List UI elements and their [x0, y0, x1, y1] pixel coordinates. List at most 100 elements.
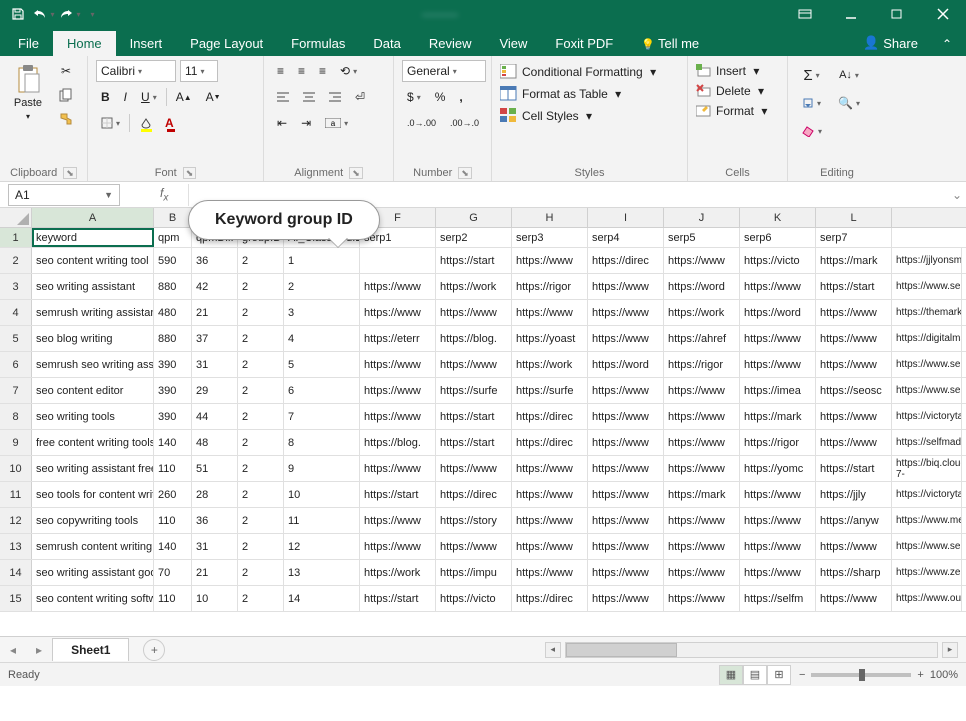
minimize-icon[interactable] [828, 0, 874, 28]
cell[interactable]: https://www [360, 404, 436, 429]
copy-icon[interactable] [54, 84, 78, 106]
cell[interactable]: seo content writing tool [32, 248, 154, 273]
cell[interactable]: seo content editor [32, 378, 154, 403]
cell-styles-button[interactable]: Cell Styles ▾ [500, 108, 656, 124]
cell[interactable]: https://story [436, 508, 512, 533]
find-select-icon[interactable]: 🔍 [833, 92, 865, 114]
cell[interactable]: 2 [238, 430, 284, 455]
zoom-in-icon[interactable]: + [917, 669, 923, 681]
tab-insert[interactable]: Insert [116, 31, 177, 56]
cell[interactable]: https://www [512, 456, 588, 481]
tab-home[interactable]: Home [53, 31, 116, 56]
alignment-launcher-icon[interactable]: ⬊ [349, 167, 363, 179]
tab-data[interactable]: Data [359, 31, 414, 56]
cell[interactable]: 51 [192, 456, 238, 481]
cell[interactable] [360, 248, 436, 273]
increase-decimal-icon[interactable]: .0→.00 [402, 112, 441, 134]
cell[interactable]: https://www [740, 508, 816, 533]
cell[interactable]: https://jjly [816, 482, 892, 507]
cell[interactable]: semrush seo writing assista [32, 352, 154, 377]
cell[interactable]: https://www [512, 248, 588, 273]
hscroll-left-icon[interactable]: ◂ [545, 642, 561, 658]
cell[interactable]: 110 [154, 456, 192, 481]
cell[interactable]: seo blog writing [32, 326, 154, 351]
cell[interactable]: https://www [588, 560, 664, 585]
cell[interactable]: https://www [588, 508, 664, 533]
zoom-slider[interactable] [811, 673, 911, 677]
cell[interactable]: https://www.zenithcopy.com/ [892, 560, 962, 585]
cell[interactable]: 2 [238, 248, 284, 273]
cell[interactable]: 42 [192, 274, 238, 299]
page-layout-view-icon[interactable]: ▤ [743, 665, 767, 685]
cell[interactable]: https://www [436, 352, 512, 377]
cell[interactable]: https://start [436, 430, 512, 455]
cell[interactable]: https://work [360, 560, 436, 585]
cell[interactable]: https://www [512, 560, 588, 585]
cell[interactable]: https://www.semrush.com/sw [892, 352, 962, 377]
cell[interactable]: https://biq.cloud/blog/top-7- [892, 456, 962, 481]
maximize-icon[interactable] [874, 0, 920, 28]
cell[interactable]: 29 [192, 378, 238, 403]
cell[interactable]: 12 [284, 534, 360, 559]
row-header[interactable]: 3 [0, 274, 32, 299]
cell[interactable]: https://www [512, 300, 588, 325]
cell[interactable]: https://word [740, 300, 816, 325]
cell[interactable]: https://www [512, 534, 588, 559]
cell[interactable]: https://www.semrush.com/ma [892, 534, 962, 559]
cell[interactable]: keyword [32, 228, 154, 247]
cell[interactable]: semrush content writing [32, 534, 154, 559]
conditional-formatting-button[interactable]: Conditional Formatting ▾ [500, 64, 656, 80]
font-size-input[interactable]: 11 [180, 60, 218, 82]
format-cells-button[interactable]: Format ▾ [696, 104, 767, 118]
hscroll-right-icon[interactable]: ▸ [942, 642, 958, 658]
cell[interactable]: https://start [436, 248, 512, 273]
cell[interactable]: serp2 [436, 228, 512, 247]
cell[interactable]: serp6 [740, 228, 816, 247]
fill-icon[interactable] [796, 92, 827, 114]
cell[interactable]: https://word [664, 274, 740, 299]
row-header[interactable]: 14 [0, 560, 32, 585]
percent-icon[interactable]: % [430, 86, 451, 108]
cell[interactable]: 110 [154, 508, 192, 533]
cell[interactable]: https://www [436, 300, 512, 325]
cut-icon[interactable]: ✂ [54, 60, 78, 82]
cell[interactable]: https://www [740, 352, 816, 377]
cell[interactable]: https://www [664, 248, 740, 273]
cell[interactable]: https://www [588, 534, 664, 559]
insert-cells-button[interactable]: Insert ▾ [696, 64, 767, 78]
cell[interactable]: https://yomc [740, 456, 816, 481]
currency-icon[interactable]: $ [402, 86, 426, 108]
cell[interactable]: 3 [284, 300, 360, 325]
cell[interactable]: https://www [664, 534, 740, 559]
cell[interactable]: https://www [664, 560, 740, 585]
cell[interactable]: 2 [238, 404, 284, 429]
align-bottom-icon[interactable]: ≡ [314, 60, 331, 82]
cell[interactable]: 70 [154, 560, 192, 585]
col-header-H[interactable]: H [512, 208, 588, 227]
name-box[interactable]: A1▼ [8, 184, 120, 206]
cell[interactable]: seo writing assistant [32, 274, 154, 299]
cell[interactable]: https://rigor [740, 430, 816, 455]
increase-indent-icon[interactable]: ⇥ [296, 112, 316, 134]
cell[interactable]: https://sharp [816, 560, 892, 585]
borders-icon[interactable] [96, 112, 125, 134]
merge-center-icon[interactable]: a [320, 112, 353, 134]
cell[interactable]: https://www [816, 300, 892, 325]
cell[interactable]: serp4 [588, 228, 664, 247]
cell[interactable]: https://www [588, 378, 664, 403]
cell[interactable]: https://victorytale.com/best- [892, 482, 962, 507]
cell[interactable]: https://blog. [436, 326, 512, 351]
cell[interactable]: https://work [436, 274, 512, 299]
cell[interactable]: 36 [192, 508, 238, 533]
tab-view[interactable]: View [485, 31, 541, 56]
cell[interactable]: https://digitalmarketinginstit [892, 326, 962, 351]
cell[interactable]: https://www [588, 274, 664, 299]
italic-button[interactable]: I [119, 86, 132, 108]
cell[interactable]: https://direc [512, 404, 588, 429]
cell[interactable]: https://www [360, 300, 436, 325]
cell[interactable]: https://www [816, 404, 892, 429]
cell[interactable]: https://www [360, 534, 436, 559]
cell[interactable]: seo copywriting tools [32, 508, 154, 533]
row-header[interactable]: 15 [0, 586, 32, 611]
col-header-K[interactable]: K [740, 208, 816, 227]
